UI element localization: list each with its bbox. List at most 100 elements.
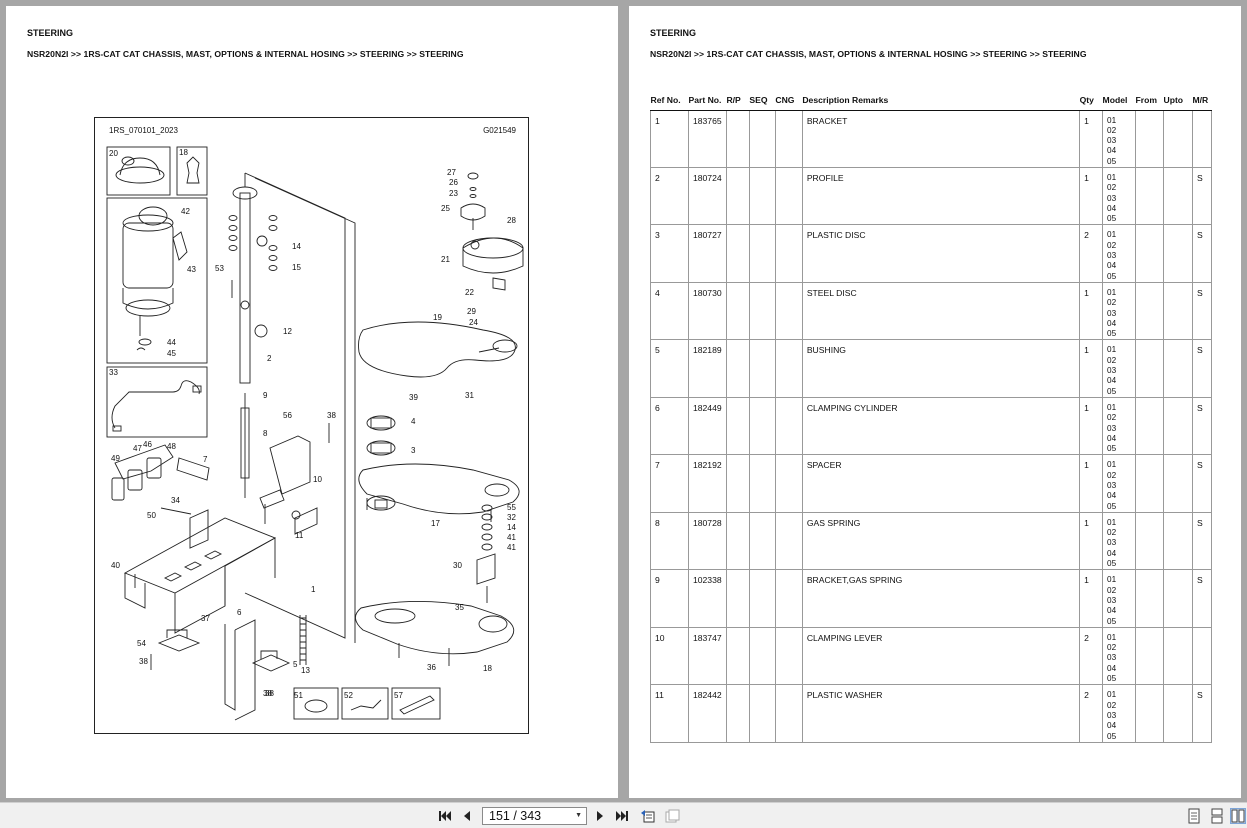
cell-mr: S bbox=[1191, 224, 1213, 283]
model-code: 03 bbox=[1107, 423, 1117, 433]
model-code: 01 bbox=[1107, 115, 1117, 125]
cell-model: 01 02 03 04 05 bbox=[1102, 339, 1136, 398]
callout-42: 42 bbox=[181, 207, 190, 216]
model-code: 05 bbox=[1107, 156, 1117, 166]
page-number-input[interactable]: 151 / 343 ▼ bbox=[482, 807, 587, 825]
callout-32: 32 bbox=[507, 513, 516, 522]
callout-25: 25 bbox=[441, 204, 450, 213]
callout-57: 57 bbox=[394, 691, 403, 700]
cell-qty: 1 bbox=[1079, 282, 1103, 341]
callout-10: 10 bbox=[313, 475, 322, 484]
header-ref-no: Ref No. bbox=[650, 94, 689, 111]
header-description: Description Remarks bbox=[802, 94, 1080, 111]
callout-14: 14 bbox=[292, 242, 301, 251]
model-code: 04 bbox=[1107, 203, 1117, 213]
cell-rp bbox=[725, 627, 750, 686]
exploded-view-drawing: 20 18424344453347 46 4849503474054383763827… bbox=[106, 146, 524, 721]
cell-cng bbox=[774, 110, 803, 168]
inset-box-cable bbox=[106, 366, 208, 438]
facing-pages-icon[interactable] bbox=[1230, 808, 1246, 824]
prev-view-icon[interactable] bbox=[640, 808, 656, 824]
model-code: 04 bbox=[1107, 548, 1117, 558]
callout-13: 13 bbox=[301, 666, 310, 675]
cell-seq bbox=[748, 110, 776, 168]
cell-part: 182449 bbox=[687, 397, 727, 456]
table-row: 1 183765 BRACKET 1 01 02 03 04 05 bbox=[650, 110, 1213, 168]
cell-cng bbox=[774, 512, 803, 571]
model-code: 03 bbox=[1107, 595, 1117, 605]
cell-rp bbox=[725, 110, 750, 168]
cell-cng bbox=[774, 569, 803, 628]
cell-part: 183747 bbox=[687, 627, 727, 686]
next-page-icon[interactable] bbox=[592, 808, 608, 824]
cell-qty: 1 bbox=[1079, 167, 1103, 226]
single-page-icon[interactable] bbox=[1186, 808, 1202, 824]
callout-4: 4 bbox=[411, 417, 416, 426]
first-page-icon[interactable] bbox=[437, 808, 453, 824]
model-code: 05 bbox=[1107, 271, 1117, 281]
model-code: 02 bbox=[1107, 700, 1117, 710]
callout-56: 56 bbox=[283, 411, 292, 420]
cell-desc: BRACKET bbox=[801, 110, 1080, 168]
model-code: 04 bbox=[1107, 261, 1117, 271]
callout-9: 9 bbox=[263, 391, 268, 400]
cell-from bbox=[1135, 684, 1164, 743]
cell-part: 180728 bbox=[687, 512, 727, 571]
model-code: 05 bbox=[1107, 731, 1117, 741]
model-code: 04 bbox=[1107, 663, 1117, 673]
model-code: 03 bbox=[1107, 366, 1117, 376]
model-code: 02 bbox=[1107, 413, 1117, 423]
cell-ref: 2 bbox=[650, 167, 689, 226]
model-code: 02 bbox=[1107, 643, 1117, 653]
cell-from bbox=[1135, 282, 1164, 341]
callout-22: 22 bbox=[465, 288, 474, 297]
callout-53: 53 bbox=[215, 264, 224, 273]
cell-part: 182189 bbox=[687, 339, 727, 398]
cell-upto bbox=[1162, 569, 1193, 628]
model-code: 03 bbox=[1107, 251, 1117, 261]
cell-qty: 2 bbox=[1079, 627, 1103, 686]
prev-page-icon[interactable] bbox=[459, 808, 475, 824]
model-code: 02 bbox=[1107, 470, 1117, 480]
callout-38: 38 bbox=[265, 689, 274, 698]
cell-model: 01 02 03 04 05 bbox=[1102, 282, 1136, 341]
parts-diagram: 1RS_070101_2023 G021549 20 18 42 43 44 4… bbox=[94, 117, 529, 734]
cell-upto bbox=[1162, 627, 1193, 686]
cell-model: 01 02 03 04 05 bbox=[1102, 454, 1136, 513]
chevron-down-icon[interactable]: ▼ bbox=[575, 812, 582, 819]
model-code: 05 bbox=[1107, 674, 1117, 684]
model-code: 05 bbox=[1107, 329, 1117, 339]
page-title: STEERING bbox=[27, 28, 74, 38]
callout-27: 27 bbox=[447, 168, 456, 177]
callout-31: 31 bbox=[465, 391, 474, 400]
callout-36: 36 bbox=[427, 663, 436, 672]
header-from: From bbox=[1135, 94, 1164, 111]
cell-ref: 4 bbox=[650, 282, 689, 341]
callout-8: 8 bbox=[263, 429, 268, 438]
last-page-icon[interactable] bbox=[614, 808, 630, 824]
cell-qty: 1 bbox=[1079, 569, 1103, 628]
callout-14: 14 bbox=[507, 523, 516, 532]
cell-part: 183765 bbox=[687, 110, 727, 168]
breadcrumb: NSR20N2I >> 1RS-CAT CAT CHASSIS, MAST, O… bbox=[650, 49, 1087, 59]
callout-49: 49 bbox=[111, 454, 120, 463]
callout-12: 12 bbox=[283, 327, 292, 336]
header-seq: SEQ bbox=[749, 94, 776, 111]
cell-model: 01 02 03 04 05 bbox=[1102, 397, 1136, 456]
model-code: 04 bbox=[1107, 376, 1117, 386]
callout-35: 35 bbox=[455, 603, 464, 612]
cell-qty: 1 bbox=[1079, 339, 1103, 398]
callout-41: 41 bbox=[507, 543, 516, 552]
model-code: 05 bbox=[1107, 559, 1117, 569]
cell-seq bbox=[748, 339, 776, 398]
callout-30: 30 bbox=[453, 561, 462, 570]
header-qty: Qty bbox=[1079, 94, 1103, 111]
cell-desc: BUSHING bbox=[801, 339, 1080, 398]
continuous-icon[interactable] bbox=[1209, 808, 1225, 824]
cell-rp bbox=[725, 454, 750, 513]
cell-mr: S bbox=[1191, 684, 1213, 743]
header-model: Model bbox=[1102, 94, 1136, 111]
cell-desc: CLAMPING LEVER bbox=[801, 627, 1080, 686]
cell-model: 01 02 03 04 05 bbox=[1102, 512, 1136, 571]
next-view-icon[interactable] bbox=[664, 808, 680, 824]
